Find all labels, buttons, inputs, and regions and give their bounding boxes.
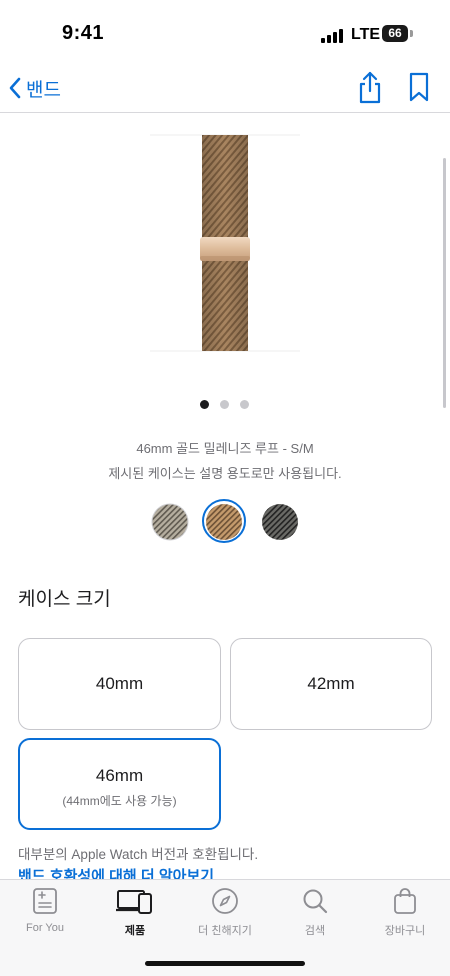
bag-icon [394, 888, 416, 914]
status-time: 9:41 [62, 22, 105, 44]
size-label: 42mm [307, 674, 355, 693]
back-label: 밴드 [26, 79, 61, 101]
tab-label: 더 친해지기 [198, 925, 252, 937]
tab-label: 검색 [304, 925, 326, 937]
size-option-46mm[interactable]: 46mm (44mm에도 사용 가능) [18, 738, 221, 830]
swatch-slate[interactable] [261, 503, 299, 541]
tab-bag[interactable]: 장바구니 [360, 886, 450, 946]
size-label: 46mm [95, 766, 144, 785]
milanese-texture-icon [206, 504, 242, 540]
tab-label: 장바구니 [384, 925, 426, 937]
cellular-signal-icon [321, 29, 343, 43]
share-button[interactable] [355, 70, 385, 104]
navigation-bar: 밴드 [0, 64, 450, 113]
image-page-indicator[interactable] [196, 400, 256, 410]
milanese-texture-icon [151, 503, 189, 541]
bookmark-icon [409, 72, 429, 102]
compatibility-note: 대부분의 Apple Watch 버전과 호환됩니다. [18, 847, 259, 862]
devices-icon [116, 890, 152, 914]
for-you-icon [33, 888, 57, 914]
tab-search[interactable]: 검색 [270, 886, 360, 946]
bookmark-button[interactable] [404, 70, 434, 104]
battery-tip [410, 30, 413, 37]
status-bar: 9:41 LTE 66 [0, 0, 450, 64]
swatch-natural[interactable] [151, 503, 189, 541]
milanese-loop-band-image [150, 134, 300, 352]
tab-discover[interactable]: 더 친해지기 [180, 886, 270, 946]
size-sublabel: (44mm에도 사용 가능) [62, 794, 177, 808]
size-option-40mm[interactable]: 40mm [18, 638, 221, 730]
page-dot[interactable] [240, 400, 249, 409]
share-icon [359, 71, 381, 104]
product-image [150, 134, 300, 352]
page-dot[interactable] [200, 400, 209, 409]
home-indicator [145, 961, 305, 966]
page-dot[interactable] [220, 400, 229, 409]
tab-products[interactable]: 제품 [90, 886, 180, 946]
case-disclaimer: 제시된 케이스는 설명 용도로만 사용됩니다. [108, 466, 342, 481]
size-option-42mm[interactable]: 42mm [230, 638, 432, 730]
network-type: LTE [351, 26, 381, 43]
tab-label: 제품 [124, 925, 146, 937]
tab-for-you[interactable]: For You [0, 886, 90, 946]
compatibility-link[interactable]: 밴드 호환성에 대해 더 알아보기 [18, 866, 214, 880]
search-icon [303, 889, 328, 914]
swatch-gold[interactable] [205, 503, 243, 541]
product-name: 46mm 골드 밀레니즈 루프 - S/M [136, 441, 314, 456]
compass-icon [212, 888, 238, 914]
milanese-texture-icon [262, 504, 298, 540]
chevron-left-icon [9, 77, 21, 99]
scrollbar[interactable] [443, 158, 446, 408]
back-button[interactable]: 밴드 [8, 72, 61, 104]
battery-icon: 66 [382, 25, 408, 42]
tab-label: For You [26, 922, 64, 934]
size-label: 40mm [95, 674, 144, 693]
case-size-title: 케이스 크기 [18, 589, 111, 610]
